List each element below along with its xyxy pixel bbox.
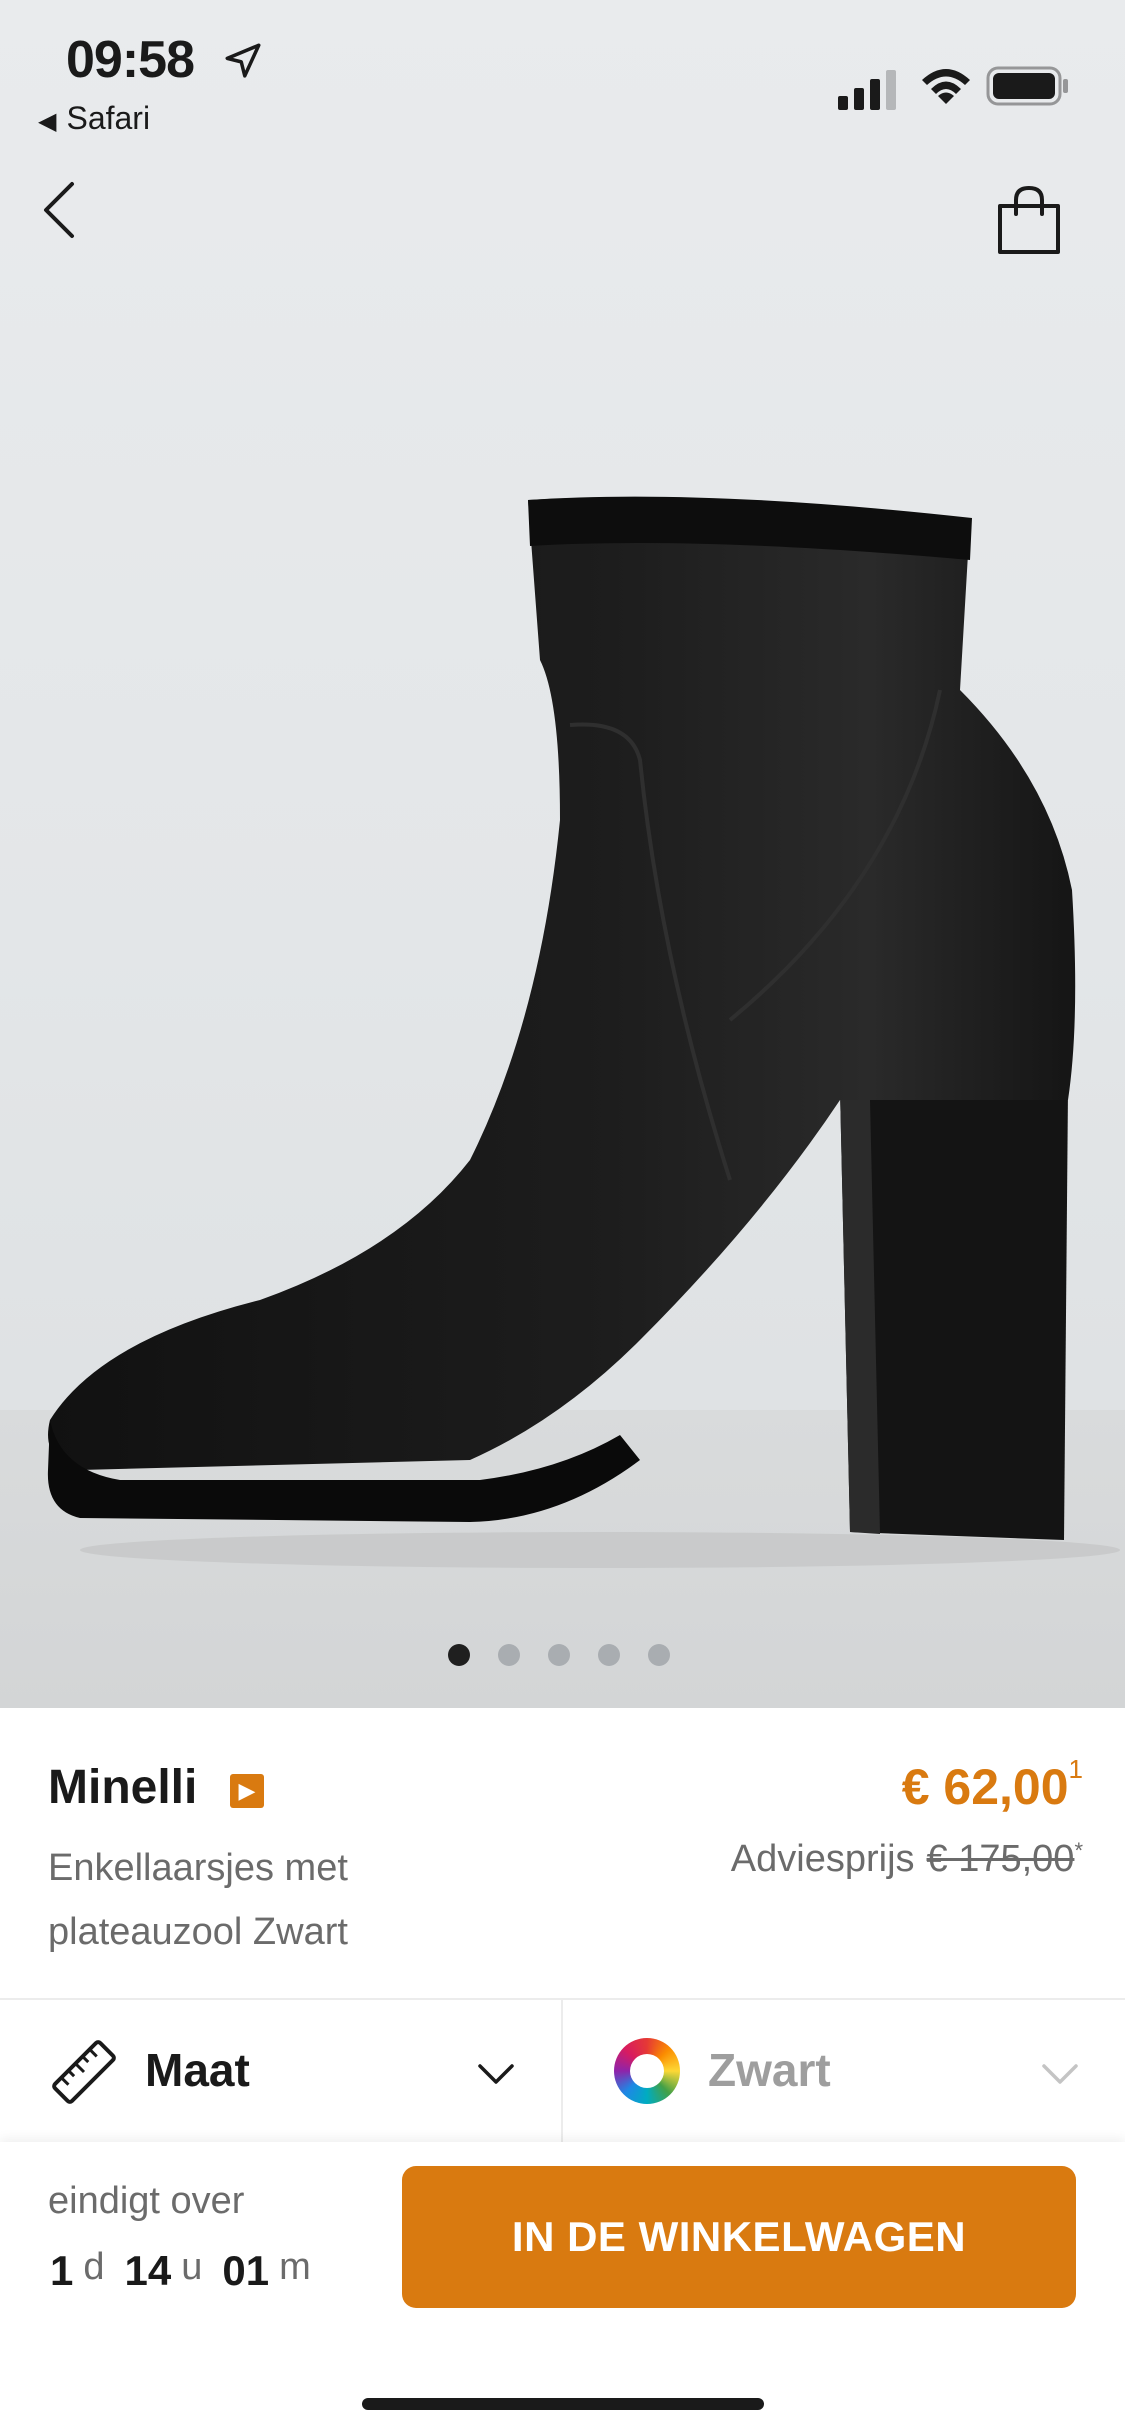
size-label: Maat <box>145 2044 250 2096</box>
status-time: 09:58 <box>66 31 195 89</box>
wifi-icon <box>922 69 970 104</box>
advice-price: Adviesprijs € 175,00* <box>731 1838 1083 1881</box>
cellular-signal-icon <box>838 70 896 110</box>
chevron-down-icon <box>478 2064 514 2084</box>
countdown-days: 1 <box>50 2247 74 2294</box>
vertical-divider <box>561 2000 563 2142</box>
countdown-days-unit: d <box>83 2246 105 2288</box>
countdown-timer: 1 d 14 u 01 m <box>50 2246 331 2295</box>
shopping-bag-icon[interactable] <box>994 184 1064 256</box>
countdown-hours: 14 <box>124 2247 172 2294</box>
pagination-dot[interactable] <box>598 1644 620 1666</box>
add-to-cart-button[interactable]: IN DE WINKELWAGEN <box>402 2166 1076 2308</box>
product-image-boot <box>47 496 1120 1568</box>
countdown-minutes-unit: m <box>279 2246 311 2288</box>
gallery-pagination <box>448 1644 670 1666</box>
home-indicator[interactable] <box>362 2398 764 2410</box>
color-wheel-icon <box>614 2038 680 2104</box>
countdown-label: eindigt over <box>48 2180 245 2222</box>
pagination-dot[interactable] <box>648 1644 670 1666</box>
price-value: € 62,00 <box>901 1759 1069 1815</box>
advice-price-footnote: * <box>1074 1838 1083 1863</box>
pagination-dot[interactable] <box>498 1644 520 1666</box>
countdown-minutes: 01 <box>222 2247 270 2294</box>
advice-price-label: Adviesprijs <box>730 1838 915 1880</box>
product-price: € 62,001 <box>901 1754 1083 1816</box>
product-image-gallery[interactable] <box>0 0 1125 1708</box>
product-brand[interactable]: Minelli <box>48 1760 197 1815</box>
chevron-right-badge-icon[interactable]: ▶ <box>230 1774 264 1808</box>
back-app-label: Safari <box>66 100 151 136</box>
location-arrow-icon <box>225 43 261 78</box>
color-label: Zwart <box>708 2044 831 2096</box>
countdown-hours-unit: u <box>181 2246 203 2288</box>
battery-icon <box>986 66 1068 106</box>
chevron-left-icon[interactable] <box>40 180 80 240</box>
pagination-dot[interactable] <box>548 1644 570 1666</box>
ruler-icon <box>52 2040 116 2104</box>
back-triangle-icon: ◀ <box>38 108 57 135</box>
chevron-down-icon <box>1042 2064 1078 2084</box>
price-footnote: 1 <box>1068 1754 1083 1784</box>
product-name: Enkellaarsjes met plateauzool Zwart <box>48 1847 348 1953</box>
pagination-dot-active[interactable] <box>448 1644 470 1666</box>
back-to-safari[interactable]: ◀ Safari <box>38 100 150 137</box>
advice-price-value: € 175,00 <box>926 1838 1075 1880</box>
